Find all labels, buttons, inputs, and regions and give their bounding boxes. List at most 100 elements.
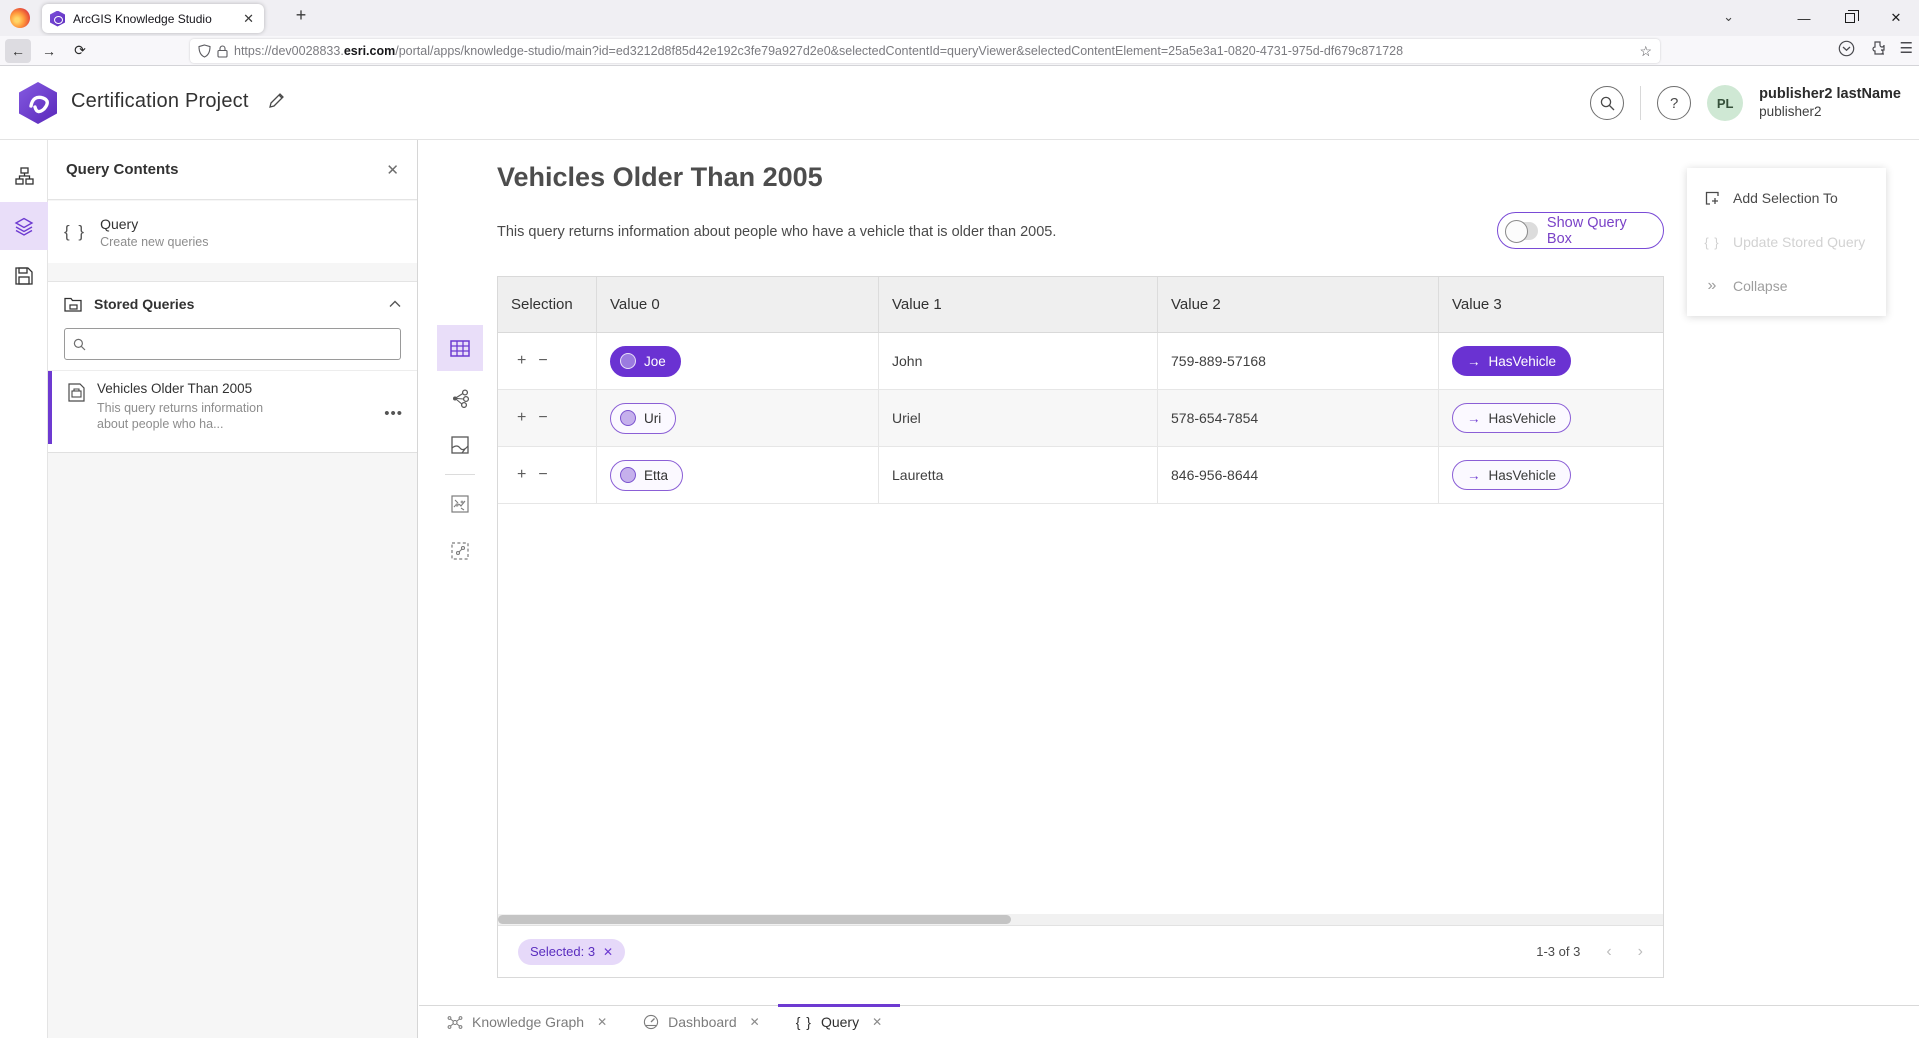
bookmark-star-icon[interactable]: ☆ bbox=[1639, 43, 1652, 60]
search-icon bbox=[1600, 96, 1615, 111]
entity-chip[interactable]: Uri bbox=[610, 403, 676, 434]
user-name-block[interactable]: publisher2 lastName publisher2 bbox=[1759, 86, 1901, 120]
menu-hamburger-icon[interactable]: ☰ bbox=[1900, 39, 1913, 57]
query-braces-icon: { } bbox=[796, 1014, 812, 1030]
table-row: +− Joe John 759-889-57168 →HasVehicle bbox=[498, 333, 1663, 390]
lock-icon[interactable] bbox=[217, 45, 228, 58]
knowledge-graph-icon bbox=[447, 1015, 463, 1030]
arrow-right-icon: → bbox=[1467, 468, 1481, 483]
stored-query-options-icon[interactable]: ••• bbox=[384, 405, 403, 422]
select-plus-button[interactable]: + bbox=[517, 409, 526, 427]
layers-icon bbox=[14, 216, 34, 236]
browser-toolbar: ← → ⟳ https://dev0028833.esri.com/portal… bbox=[0, 36, 1919, 66]
extensions-puzzle-icon[interactable] bbox=[1869, 40, 1886, 57]
stored-queries-header[interactable]: Stored Queries bbox=[48, 282, 417, 326]
selected-count-chip[interactable]: Selected: 3 ✕ bbox=[518, 939, 625, 965]
data-model-button[interactable] bbox=[0, 152, 48, 200]
cell-value: 578-654-7854 bbox=[1158, 390, 1439, 446]
panel-close-icon[interactable]: ✕ bbox=[386, 161, 399, 179]
stored-query-description: This query returns information about peo… bbox=[97, 400, 293, 432]
column-header[interactable]: Value 2 bbox=[1158, 277, 1439, 332]
tab-close-icon[interactable]: ✕ bbox=[241, 11, 256, 27]
column-header[interactable]: Value 3 bbox=[1439, 277, 1663, 332]
screen: ArcGIS Knowledge Studio ✕ + ⌄ — ✕ ← → ⟳ … bbox=[0, 0, 1919, 1038]
menu-item-update-stored-query[interactable]: { } Update Stored Query bbox=[1687, 220, 1886, 264]
show-query-box-toggle[interactable]: Show Query Box bbox=[1497, 212, 1664, 249]
user-login: publisher2 bbox=[1759, 103, 1901, 120]
table-view-button[interactable] bbox=[437, 325, 483, 371]
tab-dashboard[interactable]: Dashboard ✕ bbox=[625, 1006, 778, 1038]
next-page-icon[interactable]: › bbox=[1638, 943, 1643, 961]
link-chart-button[interactable] bbox=[437, 375, 483, 421]
scrollbar-thumb[interactable] bbox=[498, 915, 1011, 924]
previous-page-icon[interactable]: ‹ bbox=[1606, 943, 1611, 961]
window-restore-button[interactable] bbox=[1827, 0, 1873, 36]
results-table: Selection Value 0 Value 1 Value 2 Value … bbox=[497, 276, 1664, 978]
select-minus-button[interactable]: − bbox=[538, 466, 547, 484]
column-header[interactable]: Selection bbox=[498, 277, 597, 332]
firefox-icon[interactable] bbox=[10, 8, 30, 28]
tab-query[interactable]: { } Query ✕ bbox=[778, 1006, 900, 1038]
tab-close-icon[interactable]: ✕ bbox=[872, 1015, 882, 1029]
window-close-button[interactable]: ✕ bbox=[1873, 0, 1919, 36]
horizontal-scrollbar[interactable] bbox=[498, 914, 1663, 925]
menu-item-collapse[interactable]: » Collapse bbox=[1687, 264, 1886, 308]
new-map-from-selection-button[interactable] bbox=[437, 481, 483, 527]
clear-selection-icon[interactable]: ✕ bbox=[603, 945, 613, 959]
table-row: +− Uri Uriel 578-654-7854 →HasVehicle bbox=[498, 390, 1663, 447]
window-minimize-button[interactable]: — bbox=[1781, 0, 1827, 36]
menu-item-add-selection-to[interactable]: Add Selection To bbox=[1687, 176, 1886, 220]
org-chart-icon bbox=[15, 167, 34, 186]
braces-icon: { } bbox=[1703, 235, 1721, 250]
back-button[interactable]: ← bbox=[5, 39, 31, 63]
pagination-range: 1-3 of 3 bbox=[1536, 944, 1580, 959]
forward-button[interactable]: → bbox=[36, 39, 62, 63]
column-header[interactable]: Value 0 bbox=[597, 277, 879, 332]
save-button[interactable] bbox=[0, 252, 48, 300]
select-minus-button[interactable]: − bbox=[538, 409, 547, 427]
tab-knowledge-graph[interactable]: Knowledge Graph ✕ bbox=[429, 1006, 625, 1038]
edit-title-icon[interactable] bbox=[268, 92, 285, 109]
pocket-icon[interactable] bbox=[1838, 40, 1855, 57]
relationship-chip[interactable]: →HasVehicle bbox=[1452, 460, 1571, 490]
stored-query-item-selected[interactable]: Vehicles Older Than 2005 This query retu… bbox=[48, 370, 417, 444]
table-empty-area bbox=[498, 504, 1663, 914]
new-query-item[interactable]: { } Query Create new queries bbox=[48, 201, 417, 263]
stored-queries-title: Stored Queries bbox=[94, 296, 377, 312]
search-button[interactable] bbox=[1590, 86, 1624, 120]
options-context-menu: Add Selection To { } Update Stored Query… bbox=[1687, 168, 1886, 316]
map-view-button[interactable] bbox=[437, 422, 483, 468]
new-tab-button[interactable]: + bbox=[288, 5, 314, 26]
map-selection-icon bbox=[451, 495, 469, 513]
add-selection-icon bbox=[1705, 191, 1720, 206]
toggle-label: Show Query Box bbox=[1547, 215, 1649, 247]
tab-close-icon[interactable]: ✕ bbox=[750, 1015, 760, 1029]
relationship-chip[interactable]: →HasVehicle bbox=[1452, 403, 1571, 433]
relationship-chip[interactable]: →HasVehicle bbox=[1452, 346, 1571, 376]
table-header-row: Selection Value 0 Value 1 Value 2 Value … bbox=[498, 277, 1663, 333]
tab-close-icon[interactable]: ✕ bbox=[597, 1015, 607, 1029]
search-input[interactable] bbox=[92, 337, 392, 352]
select-plus-button[interactable]: + bbox=[517, 466, 526, 484]
save-icon bbox=[15, 267, 33, 285]
shield-icon[interactable] bbox=[198, 44, 211, 58]
column-header[interactable]: Value 1 bbox=[879, 277, 1158, 332]
entity-chip[interactable]: Etta bbox=[610, 460, 683, 491]
list-tabs-icon[interactable]: ⌄ bbox=[1723, 9, 1734, 25]
toggle-switch-icon[interactable] bbox=[1506, 222, 1538, 240]
select-plus-button[interactable]: + bbox=[517, 352, 526, 370]
contents-button[interactable] bbox=[0, 202, 48, 250]
url-bar[interactable]: https://dev0028833.esri.com/portal/apps/… bbox=[190, 39, 1660, 63]
query-title: Vehicles Older Than 2005 bbox=[497, 162, 823, 193]
entity-chip[interactable]: Joe bbox=[610, 346, 681, 377]
browser-tab[interactable]: ArcGIS Knowledge Studio ✕ bbox=[42, 4, 264, 33]
chevron-up-icon[interactable] bbox=[389, 300, 401, 308]
select-minus-button[interactable]: − bbox=[538, 352, 547, 370]
user-avatar[interactable]: PL bbox=[1707, 85, 1743, 121]
dashboard-gauge-icon bbox=[643, 1014, 659, 1030]
reload-button[interactable]: ⟳ bbox=[67, 39, 93, 63]
stored-query-search[interactable] bbox=[64, 328, 401, 360]
help-button[interactable]: ? bbox=[1657, 86, 1691, 120]
cell-value: Lauretta bbox=[879, 447, 1158, 503]
new-link-chart-from-selection-button[interactable] bbox=[437, 528, 483, 574]
